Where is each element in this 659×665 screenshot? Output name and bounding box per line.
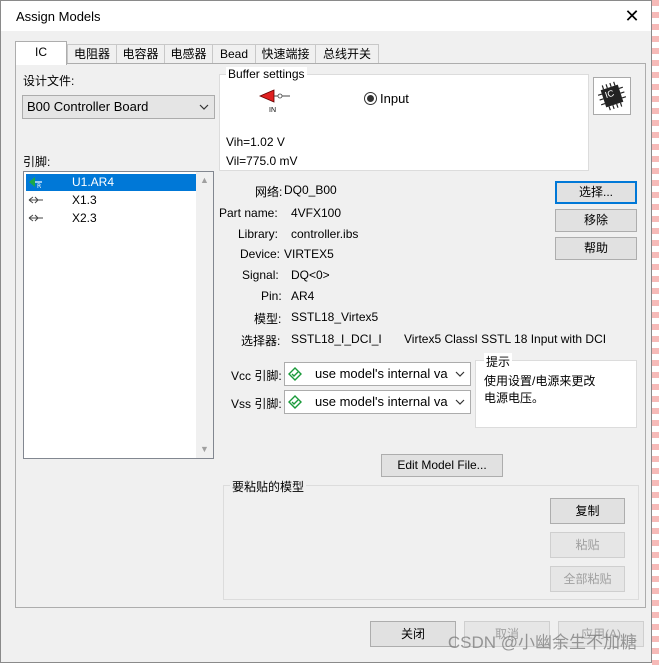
input-buffer-icon	[258, 89, 290, 103]
tab-resistor[interactable]: 电阻器	[67, 44, 117, 64]
vss-value: use model's internal va	[315, 394, 448, 409]
remove-button[interactable]: 移除	[555, 209, 637, 232]
model-label: 模型:	[254, 312, 282, 326]
buffer-settings-group: Buffer settings IN Input Vih=1.02 V Vil=…	[219, 67, 589, 171]
model-value: SSTL18_Virtex5	[291, 310, 379, 324]
power-pin-icon	[288, 395, 302, 409]
list-item[interactable]: X1.3	[26, 192, 197, 209]
tab-inductor[interactable]: 电感器	[164, 44, 213, 64]
design-file-select[interactable]: B00 Controller Board	[22, 95, 215, 119]
net-value: DQ0_B00	[284, 183, 337, 197]
pin-value: AR4	[291, 289, 315, 303]
buffer-symbol-caption: IN	[269, 107, 276, 114]
vss-select[interactable]: use model's internal va	[284, 390, 471, 414]
svg-text:R: R	[37, 183, 41, 189]
scroll-up-icon[interactable]: ▲	[196, 172, 213, 189]
chevron-down-icon	[455, 399, 465, 405]
tab-ic[interactable]: IC	[15, 41, 67, 65]
tab-quick-termination[interactable]: 快速端接	[255, 44, 316, 64]
tab-bus-switch[interactable]: 总线开关	[315, 44, 379, 64]
paste-all-button[interactable]: 全部粘贴	[550, 566, 625, 592]
hint-title: 提示	[484, 353, 513, 370]
edit-model-file-button[interactable]: Edit Model File...	[381, 454, 503, 477]
vcc-select[interactable]: use model's internal va	[284, 362, 471, 386]
input-radio-label: Input	[380, 91, 409, 106]
signal-value: DQ<0>	[291, 268, 330, 282]
pin-name: U1.AR4	[72, 175, 115, 189]
library-value: controller.ibs	[291, 227, 359, 241]
paste-models-title: 要粘贴的模型	[230, 478, 307, 495]
net-label: 网络:	[255, 185, 283, 199]
pin-label: Pin:	[261, 289, 282, 303]
pins-list[interactable]: R U1.AR4 X1.3 X2.3 ▲ ▼	[23, 171, 214, 459]
library-label: Library:	[238, 227, 279, 241]
close-icon[interactable]: ✕	[621, 5, 643, 27]
tab-capacitor[interactable]: 电容器	[116, 44, 165, 64]
pin-name: X2.3	[72, 211, 97, 225]
watermark-text: CSDN @小幽余生不加糖	[447, 633, 637, 652]
close-button[interactable]: 关闭	[370, 621, 456, 647]
hint-box: 提示 使用设置/电源来更改 电源电压。	[475, 353, 637, 428]
vih-value: Vih=1.02 V	[226, 135, 285, 149]
receiver-pin-icon: R	[29, 177, 42, 189]
paste-button[interactable]: 粘贴	[550, 532, 625, 558]
tab-bead[interactable]: Bead	[212, 44, 256, 64]
device-value: VIRTEX5	[284, 247, 334, 261]
selector-value: SSTL18_I_DCI_I	[291, 332, 382, 346]
selector-label: 选择器:	[241, 334, 281, 348]
vcc-value: use model's internal va	[315, 366, 448, 381]
chevron-down-icon	[455, 371, 465, 377]
device-label: Device:	[240, 247, 281, 261]
pin-name: X1.3	[72, 193, 97, 207]
power-pin-icon	[288, 367, 302, 381]
part-name-value: 4VFX100	[291, 206, 342, 220]
help-button[interactable]: 帮助	[555, 237, 637, 260]
vss-label: Vss 引脚:	[231, 397, 282, 411]
vcc-label: Vcc 引脚:	[231, 369, 282, 383]
assign-models-dialog: Assign Models ✕ IC 电阻器 电容器 电感器 Bead 快速端接…	[0, 0, 652, 663]
hint-text-line2: 电源电压。	[484, 391, 545, 405]
ic-chip-button[interactable]: IC	[593, 77, 631, 115]
chevron-down-icon	[199, 104, 209, 110]
hint-text-line1: 使用设置/电源来更改	[484, 374, 596, 388]
scroll-down-icon[interactable]: ▼	[196, 441, 213, 458]
select-button[interactable]: 选择...	[555, 181, 637, 204]
title-bar: Assign Models ✕	[1, 1, 651, 31]
vil-value: Vil=775.0 mV	[226, 154, 298, 168]
selector-description: Virtex5 ClassI SSTL 18 Input with DCI	[404, 332, 607, 346]
part-name-label: Part name:	[219, 206, 278, 220]
input-radio[interactable]	[364, 92, 377, 105]
bidirectional-pin-icon	[28, 214, 43, 222]
copy-button[interactable]: 复制	[550, 498, 625, 524]
buffer-settings-title: Buffer settings	[226, 67, 307, 81]
background-edge	[652, 0, 659, 665]
pins-scrollbar[interactable]: ▲ ▼	[196, 172, 213, 458]
design-file-value: B00 Controller Board	[27, 99, 149, 114]
design-file-label: 设计文件:	[23, 74, 75, 88]
list-item[interactable]: X2.3	[26, 210, 197, 227]
pins-label: 引脚:	[23, 155, 51, 169]
bidirectional-pin-icon	[28, 196, 43, 204]
window-title: Assign Models	[16, 9, 101, 24]
list-item[interactable]: R U1.AR4	[26, 174, 197, 191]
signal-label: Signal:	[242, 268, 279, 282]
